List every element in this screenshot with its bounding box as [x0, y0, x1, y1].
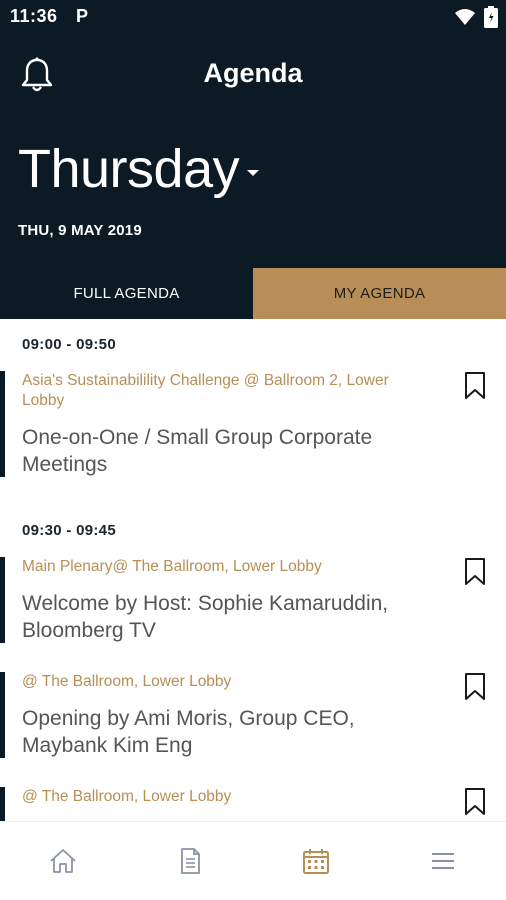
bookmark-icon[interactable] [463, 672, 487, 702]
parking-indicator-icon: P [76, 6, 89, 26]
menu-icon [431, 853, 454, 869]
bottom-navigation [0, 821, 506, 900]
session-item[interactable]: Asia's Sustainabilility Challenge @ Ball… [0, 371, 506, 477]
session-indicator [0, 672, 5, 758]
tab-full-agenda[interactable]: FULL AGENDA [0, 268, 253, 319]
nav-agenda[interactable] [253, 822, 380, 900]
session-title: One-on-One / Small Group Corporate Meeti… [22, 426, 373, 476]
status-bar: 11:36 P [0, 0, 506, 36]
session-location: @ The Ballroom, Lower Lobby [22, 673, 232, 690]
session-indicator [0, 557, 5, 643]
session-indicator [0, 787, 5, 821]
day-name: Thursday [18, 139, 240, 199]
nav-documents[interactable] [127, 822, 254, 900]
page-title: Agenda [203, 58, 303, 88]
status-time: 11:36 [10, 6, 58, 26]
session-item[interactable]: @ The Ballroom, Lower Lobby [0, 787, 506, 821]
bookmark-icon[interactable] [463, 371, 487, 401]
agenda-tabs: FULL AGENDA MY AGENDA [0, 268, 506, 319]
session-item[interactable]: Main Plenary@ The Ballroom, Lower Lobby … [0, 557, 506, 643]
session-location: @ The Ballroom, Lower Lobby [22, 788, 232, 805]
chevron-down-icon [247, 170, 260, 176]
agenda-list: 09:00 - 09:50 Asia's Sustainabilility Ch… [0, 319, 506, 821]
session-item[interactable]: @ The Ballroom, Lower Lobby Opening by A… [0, 672, 506, 758]
session-indicator [0, 371, 5, 477]
session-location: Main Plenary@ The Ballroom, Lower Lobby [22, 558, 322, 575]
session-location: Asia's Sustainabilility Challenge @ Ball… [22, 372, 389, 409]
session-title: Opening by Ami Moris, Group CEO, Maybank… [22, 707, 355, 757]
timeslot-label: 09:30 - 09:45 [22, 522, 116, 539]
agenda-header: 11:36 P Agenda Thursday THU, 9 MAY 2019 … [0, 0, 506, 319]
nav-menu[interactable] [380, 822, 506, 900]
tab-my-agenda[interactable]: MY AGENDA [253, 268, 506, 319]
bookmark-icon[interactable] [463, 787, 487, 817]
nav-home[interactable] [0, 822, 127, 900]
battery-icon [484, 6, 498, 28]
session-title: Welcome by Host: Sophie Kamaruddin, Bloo… [22, 592, 389, 642]
day-selector[interactable]: Thursday [18, 138, 260, 200]
home-icon [50, 849, 76, 873]
calendar-icon [303, 849, 330, 874]
date-label: THU, 9 MAY 2019 [18, 222, 142, 239]
wifi-icon [455, 9, 475, 25]
bookmark-icon[interactable] [463, 557, 487, 587]
timeslot-label: 09:00 - 09:50 [22, 336, 116, 353]
document-icon [180, 848, 200, 874]
